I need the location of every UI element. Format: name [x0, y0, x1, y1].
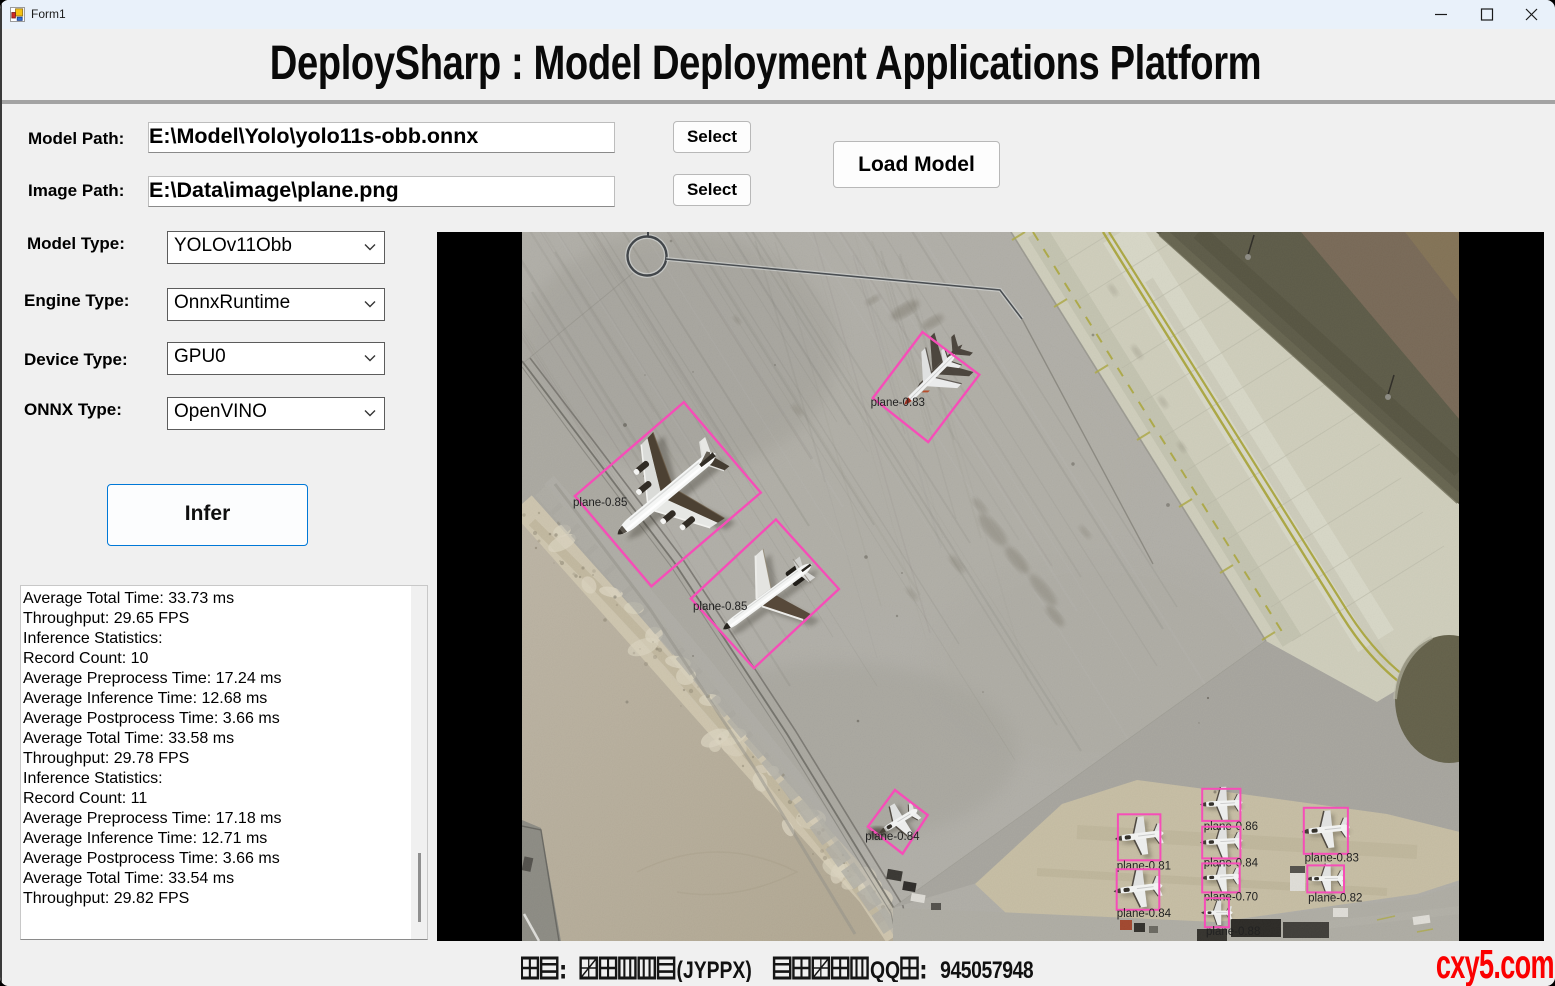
svg-text:plane-0.83: plane-0.83	[871, 397, 925, 409]
svg-text:(JYPPX): (JYPPX)	[677, 956, 752, 982]
svg-text:QQ: QQ	[870, 956, 900, 982]
svg-text:945057948: 945057948	[940, 956, 1033, 982]
svg-text:plane-0.81: plane-0.81	[1117, 860, 1171, 872]
svg-text:plane-0.85: plane-0.85	[693, 601, 747, 613]
svg-text:plane-0.85: plane-0.85	[573, 497, 627, 509]
svg-text:plane-0.83: plane-0.83	[1305, 853, 1359, 865]
svg-text:plane-0.88: plane-0.88	[1206, 926, 1260, 938]
svg-text:plane-0.82: plane-0.82	[1308, 892, 1362, 904]
svg-text:plane-0.84: plane-0.84	[865, 831, 920, 843]
svg-text:plane-0.84: plane-0.84	[1117, 908, 1172, 920]
